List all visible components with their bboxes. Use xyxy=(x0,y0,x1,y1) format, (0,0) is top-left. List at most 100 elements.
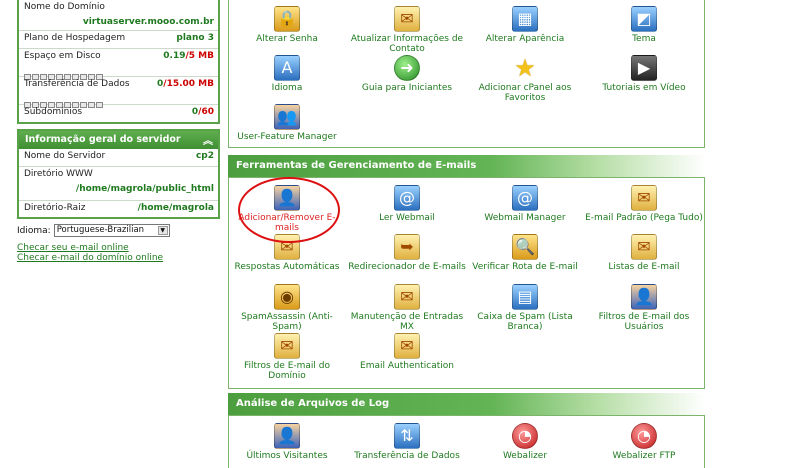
theme-item[interactable]: ◩ Tema xyxy=(585,6,703,44)
domain-filter-icon: ✉ xyxy=(274,333,300,359)
plan-value: plano 3 xyxy=(176,33,214,43)
www-dir-value: /home/magrola/public_html xyxy=(75,184,214,194)
latest-visitors-item[interactable]: 👤 Últimos Visitantes xyxy=(228,423,346,461)
change-appearance-item[interactable]: ▦ Alterar Aparência xyxy=(466,6,584,44)
user-feature-manager-item[interactable]: 👥 User-Feature Manager xyxy=(228,104,346,142)
mailing-lists-item[interactable]: ✉ Listas de E-mail xyxy=(585,234,703,272)
email-links: Checar seu e-mail online Checar e-mail d… xyxy=(17,243,220,263)
read-webmail-item[interactable]: @ Ler Webmail xyxy=(348,185,466,223)
log-analysis-header: Análise de Arquivos de Log xyxy=(228,393,705,415)
check-email-link[interactable]: Checar seu e-mail online xyxy=(17,243,220,253)
users-icon: 👥 xyxy=(274,104,300,130)
email-tools-header: Ferramentas de Gerenciamento de E-mails xyxy=(228,155,705,177)
collapse-chevron-icon[interactable]: ︽ xyxy=(203,132,213,147)
person-mail-icon: 👤 xyxy=(274,185,300,211)
appearance-icon: ▦ xyxy=(512,6,538,32)
forwarders-item[interactable]: ➥ Redirecionador de E-mails xyxy=(348,234,466,272)
change-password-item[interactable]: 🔒 Alterar Senha xyxy=(228,6,346,44)
server-name-value: cp2 xyxy=(195,151,214,161)
beginner-guide-item[interactable]: ➜ Guia para Iniciantes xyxy=(348,55,466,93)
video-icon: ▶ xyxy=(631,55,657,81)
language-item-label: Idioma xyxy=(271,83,303,93)
theme-label: Tema xyxy=(632,34,656,44)
visitor-icon: 👤 xyxy=(274,423,300,449)
transfer-label: Transferência de Dados xyxy=(24,79,130,89)
subdomains-total: 60 xyxy=(201,107,214,117)
server-info-title: Informação geral do servidor xyxy=(25,134,181,145)
root-dir-row: Diretório-Raiz /home/magrola xyxy=(19,201,218,217)
server-info-header[interactable]: Informação geral do servidor ︽ xyxy=(19,131,218,149)
webalizer-ftp-label: Webalizer FTP xyxy=(612,451,676,461)
trace-email-item[interactable]: 🔍 Verificar Rota de E-mail xyxy=(466,234,584,272)
video-tutorials-item[interactable]: ▶ Tutoriais em Vídeo xyxy=(585,55,703,93)
spam-box-item[interactable]: ▤ Caixa de Spam (Lista Branca) xyxy=(466,284,584,332)
spamassassin-item[interactable]: ◉ SpamAssassin (Anti-Spam) xyxy=(228,284,346,332)
webmail-manager-item[interactable]: @ Webmail Manager xyxy=(466,185,584,223)
root-dir-label: Diretório-Raiz xyxy=(24,203,86,213)
auto-replies-item[interactable]: ✉ Respostas Automáticas xyxy=(228,234,346,272)
webalizer-label: Webalizer xyxy=(502,451,548,461)
plan-row: Plano de Hospedagem plano 3 xyxy=(19,31,218,49)
subdomains-value: 0/60 xyxy=(192,107,214,117)
domain-row: Nome do Domínio virtuaserver.mooo.com.br xyxy=(19,0,218,31)
webmail-icon: @ xyxy=(394,185,420,211)
mailing-list-icon: ✉ xyxy=(631,234,657,260)
transfer-row: Transferência de Dados 0/15.00 MB xyxy=(19,77,218,108)
spam-box-label: Caixa de Spam (Lista Branca) xyxy=(477,312,573,332)
account-stats-box: Nome do Domínio virtuaserver.mooo.com.br… xyxy=(17,0,220,124)
mx-entry-item[interactable]: ✉ Manutenção de Entradas MX xyxy=(348,284,466,332)
domain-filters-label: Filtros de E-mail do Domínio xyxy=(243,361,331,381)
user-filter-icon: 👤 xyxy=(631,284,657,310)
video-tutorials-label: Tutoriais em Vídeo xyxy=(602,83,686,93)
dropdown-arrow-icon[interactable]: ▼ xyxy=(157,226,168,235)
root-dir-value: /home/magrola xyxy=(137,203,214,213)
contact-envelope-icon: ✉ xyxy=(394,6,420,32)
add-remove-emails-item[interactable]: 👤 Adicionar/Remover E-mails xyxy=(228,185,346,233)
spam-box-icon: ▤ xyxy=(512,284,538,310)
webalizer-item[interactable]: ◔ Webalizer xyxy=(466,423,584,461)
auth-icon: ✉ xyxy=(394,333,420,359)
default-email-label: E-mail Padrão (Pega Tudo) xyxy=(585,213,703,223)
webalizer-ftp-item[interactable]: ◔ Webalizer FTP xyxy=(585,423,703,461)
language-icon: A xyxy=(274,55,300,81)
webmail-manager-label: Webmail Manager xyxy=(484,213,566,223)
language-row: Idioma: Portuguese-Brazilian ▼ xyxy=(17,224,220,237)
transfer-icon: ⇅ xyxy=(394,423,420,449)
forwarder-icon: ➥ xyxy=(394,234,420,260)
disk-used: 0.19 xyxy=(163,51,186,61)
add-favorites-item[interactable]: ★ Adicionar cPanel aos Favoritos xyxy=(466,55,584,103)
webmail-manager-icon: @ xyxy=(512,185,538,211)
transfer-total: 15.00 MB xyxy=(166,79,214,89)
language-item[interactable]: A Idioma xyxy=(228,55,346,93)
email-authentication-label: Email Authentication xyxy=(360,361,454,371)
disk-row: Espaço em Disco 0.19/5 MB xyxy=(19,49,218,80)
user-filters-item[interactable]: 👤 Filtros de E-mail dos Usuários xyxy=(585,284,703,332)
beginner-guide-label: Guia para Iniciantes xyxy=(361,83,453,93)
default-email-item[interactable]: ✉ E-mail Padrão (Pega Tudo) xyxy=(585,185,703,223)
domain-label: Nome do Domínio xyxy=(24,2,105,12)
server-info-box: Informação geral do servidor ︽ Nome do S… xyxy=(17,129,220,219)
domain-filters-item[interactable]: ✉ Filtros de E-mail do Domínio xyxy=(228,333,346,381)
bandwidth-item[interactable]: ⇅ Transferência de Dados xyxy=(348,423,466,461)
update-contact-label: Atualizar Informações de Contato xyxy=(350,34,464,54)
subdomains-label: Subdomínios xyxy=(24,107,83,117)
arrow-guide-icon: ➜ xyxy=(394,55,420,81)
bandwidth-label: Transferência de Dados xyxy=(354,451,460,461)
disk-label: Espaço em Disco xyxy=(24,51,101,61)
check-domain-email-link[interactable]: Checar e-mail do domínio online xyxy=(17,253,220,263)
left-sidebar: Nome do Domínio virtuaserver.mooo.com.br… xyxy=(17,0,220,263)
disk-value: 0.19/5 MB xyxy=(163,51,214,61)
add-remove-emails-label: Adicionar/Remover E-mails xyxy=(238,213,336,233)
auto-reply-icon: ✉ xyxy=(274,234,300,260)
www-dir-row: Diretório WWW /home/magrola/public_html xyxy=(19,167,218,201)
theme-icon: ◩ xyxy=(631,6,657,32)
server-name-label: Nome do Servidor xyxy=(24,151,106,161)
email-authentication-item[interactable]: ✉ Email Authentication xyxy=(348,333,466,371)
latest-visitors-label: Últimos Visitantes xyxy=(246,451,328,461)
language-select[interactable]: Portuguese-Brazilian ▼ xyxy=(53,224,170,237)
magnifier-icon: 🔍 xyxy=(512,234,538,260)
user-feature-manager-label: User-Feature Manager xyxy=(237,132,337,142)
update-contact-item[interactable]: ✉ Atualizar Informações de Contato xyxy=(348,6,466,54)
user-filters-label: Filtros de E-mail dos Usuários xyxy=(598,312,690,332)
trace-email-label: Verificar Rota de E-mail xyxy=(472,262,578,272)
